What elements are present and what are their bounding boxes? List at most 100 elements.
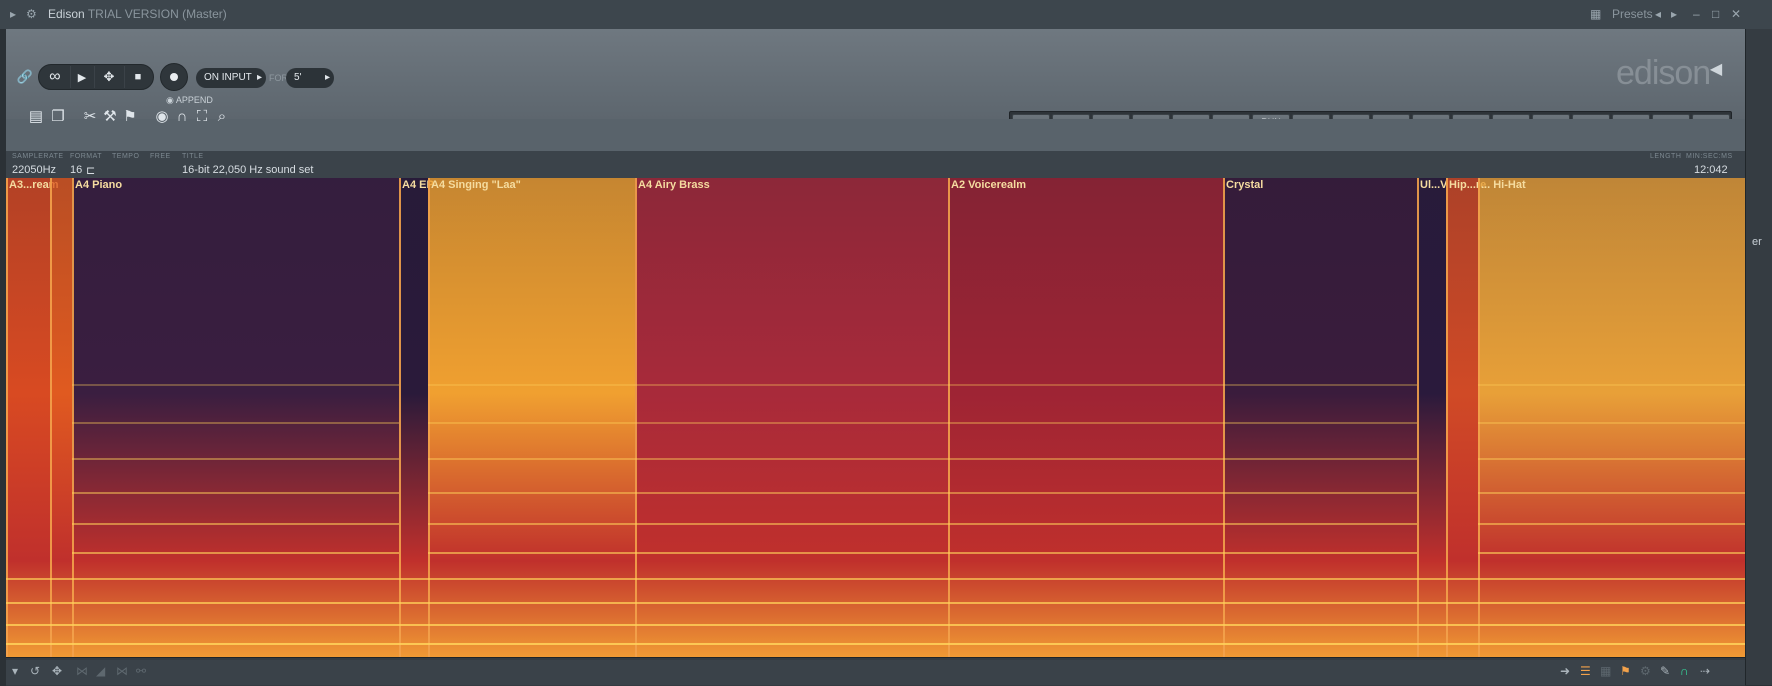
harmonic-line <box>1417 623 1446 626</box>
maximize-button[interactable]: □ <box>1712 6 1719 22</box>
speaker-icon[interactable]: ◀ <box>1706 57 1726 81</box>
play-button[interactable]: ▶ <box>72 65 92 89</box>
region-marker[interactable] <box>72 178 74 657</box>
region-marker[interactable] <box>50 178 52 657</box>
region-label[interactable]: A4 Piano <box>75 179 122 191</box>
spectrogram-view[interactable]: A3...ream A4 Piano A4 EP A4 Singing "Laa" A4… <box>6 178 1745 657</box>
region-label[interactable]: A2 Voicerealm <box>951 179 1026 191</box>
info-bar: SAMPLERATE 22050Hz FORMAT 16 ⊏ TEMPO FRE… <box>6 151 1745 178</box>
on-input-selector[interactable]: ON INPUT ▸ <box>196 68 266 88</box>
grid-icon[interactable]: ▦ <box>1600 664 1611 678</box>
duration-selector[interactable]: 5' ▸ <box>286 68 334 88</box>
region-marker[interactable] <box>1417 178 1419 657</box>
length-caption: LENGTH <box>1650 153 1682 160</box>
undo-icon[interactable]: ↺ <box>30 664 40 678</box>
harmonic-line <box>399 578 428 581</box>
harmonic-line <box>635 422 948 425</box>
spectrogram-region[interactable]: A2 Voicerealm <box>948 178 1223 657</box>
spectrogram-region[interactable] <box>50 178 72 657</box>
samplerate-value[interactable]: 22050Hz <box>12 164 56 176</box>
harmonic-line <box>1417 602 1446 605</box>
harmonic-line <box>1478 422 1745 425</box>
title-value[interactable]: 16-bit 22,050 Hz sound set <box>182 164 313 176</box>
gear-small-icon[interactable]: ⚙ <box>1640 664 1651 678</box>
region-marker[interactable] <box>635 178 637 657</box>
link-icon[interactable]: 🔗 <box>16 65 34 89</box>
spectrogram-region[interactable]: A3...ream <box>6 178 59 657</box>
spectrogram-region[interactable]: A4 EP <box>399 178 434 657</box>
save-file-icon[interactable]: ▤ <box>26 107 46 127</box>
spectrogram-region[interactable]: Crystal <box>1223 178 1417 657</box>
magnet-small-icon[interactable]: ∩ <box>1680 664 1689 678</box>
presets-menu[interactable]: Presets <box>1612 6 1653 22</box>
harmonic-line <box>635 458 948 461</box>
copy-icon[interactable]: ❐ <box>48 107 68 127</box>
sync-button[interactable]: ✥ <box>96 65 122 89</box>
magnet-icon[interactable]: ∩ <box>172 107 192 127</box>
link-small-icon[interactable]: ⚯ <box>136 664 146 678</box>
harmonic-line <box>6 643 50 645</box>
zoom-icon[interactable]: ⌕ <box>212 107 232 127</box>
arrow-right-icon[interactable]: ➜ <box>1560 664 1570 678</box>
region-marker[interactable] <box>428 178 430 657</box>
region-label[interactable]: A4 Airy Brass <box>638 179 710 191</box>
ramp-icon[interactable]: ◢ <box>96 664 105 678</box>
harmonic-line <box>635 602 948 605</box>
region-label[interactable]: A4 Singing "Laa" <box>431 179 521 191</box>
spectrogram-region[interactable]: A4 Airy Brass <box>635 178 948 657</box>
free-caption: FREE <box>150 153 171 160</box>
stop-button[interactable]: ■ <box>126 65 150 89</box>
move-icon[interactable]: ✥ <box>52 664 62 678</box>
harmonic-line <box>1478 458 1745 461</box>
gear-icon[interactable]: ⚙ <box>26 6 37 22</box>
append-radio[interactable]: ◉ APPEND <box>166 95 213 106</box>
eye-icon[interactable]: ◉ <box>152 107 172 127</box>
flag-icon[interactable]: ⚑ <box>1620 664 1631 678</box>
marker-flag-icon[interactable]: ⚑ <box>120 107 140 127</box>
spectrogram-region[interactable]: Ul...V <box>1417 178 1448 657</box>
scissors-icon[interactable]: ✂ <box>80 107 100 127</box>
region-marker[interactable] <box>1446 178 1448 657</box>
next-preset-icon[interactable]: ▸ <box>1671 6 1677 22</box>
harmonic-line <box>428 643 635 645</box>
export-icon[interactable]: ⇢ <box>1700 664 1710 678</box>
loop-button[interactable]: ∞ <box>42 65 68 89</box>
region-label[interactable]: ... Hi-Hat <box>1481 179 1526 191</box>
region-label[interactable]: Ul...V <box>1420 179 1448 191</box>
trim-right-icon[interactable]: ⋈ <box>116 664 128 678</box>
expand-arrow-icon[interactable]: ▸ <box>10 6 16 22</box>
format-icon[interactable]: ⊏ <box>86 164 95 177</box>
harmonic-line <box>948 602 1223 605</box>
region-label[interactable]: Crystal <box>1226 179 1263 191</box>
harmonic-line <box>428 578 635 581</box>
prev-preset-icon[interactable]: ◂ <box>1655 6 1661 22</box>
pen-icon[interactable]: ✎ <box>1660 664 1670 678</box>
browser-icon[interactable]: ▦ <box>1590 6 1601 22</box>
harmonic-line <box>948 458 1223 461</box>
spectrogram-region[interactable]: A4 Singing "Laa" <box>428 178 635 657</box>
samplerate-caption: SAMPLERATE <box>12 153 64 160</box>
wrench-icon[interactable]: ⚒ <box>100 107 120 127</box>
menu-arrow-icon[interactable]: ▾ <box>12 664 18 678</box>
harmonic-line <box>1478 551 1745 554</box>
trim-left-icon[interactable]: ⋈ <box>76 664 88 678</box>
spectrogram-region[interactable]: ... Hi-Hat <box>1478 178 1745 657</box>
region-marker[interactable] <box>399 178 401 657</box>
spectrogram-region[interactable]: Hip...re <box>1446 178 1486 657</box>
list-icon[interactable]: ☰ <box>1580 664 1591 678</box>
region-marker[interactable] <box>948 178 950 657</box>
format-value[interactable]: 16 <box>70 164 82 176</box>
harmonic-line <box>1446 623 1478 626</box>
minimize-button[interactable]: – <box>1693 6 1700 22</box>
spectrogram-region[interactable]: A4 Piano <box>72 178 399 657</box>
region-marker[interactable] <box>1478 178 1480 657</box>
region-marker[interactable] <box>1223 178 1225 657</box>
record-button[interactable] <box>160 63 188 91</box>
region-marker[interactable] <box>6 178 8 657</box>
close-button[interactable]: ✕ <box>1731 6 1741 22</box>
harmonic-line <box>635 491 948 494</box>
harmonic-line <box>1478 578 1745 581</box>
harmonic-line <box>948 383 1223 386</box>
harmonic-line <box>948 623 1223 626</box>
fit-icon[interactable]: ⛶ <box>192 107 212 127</box>
